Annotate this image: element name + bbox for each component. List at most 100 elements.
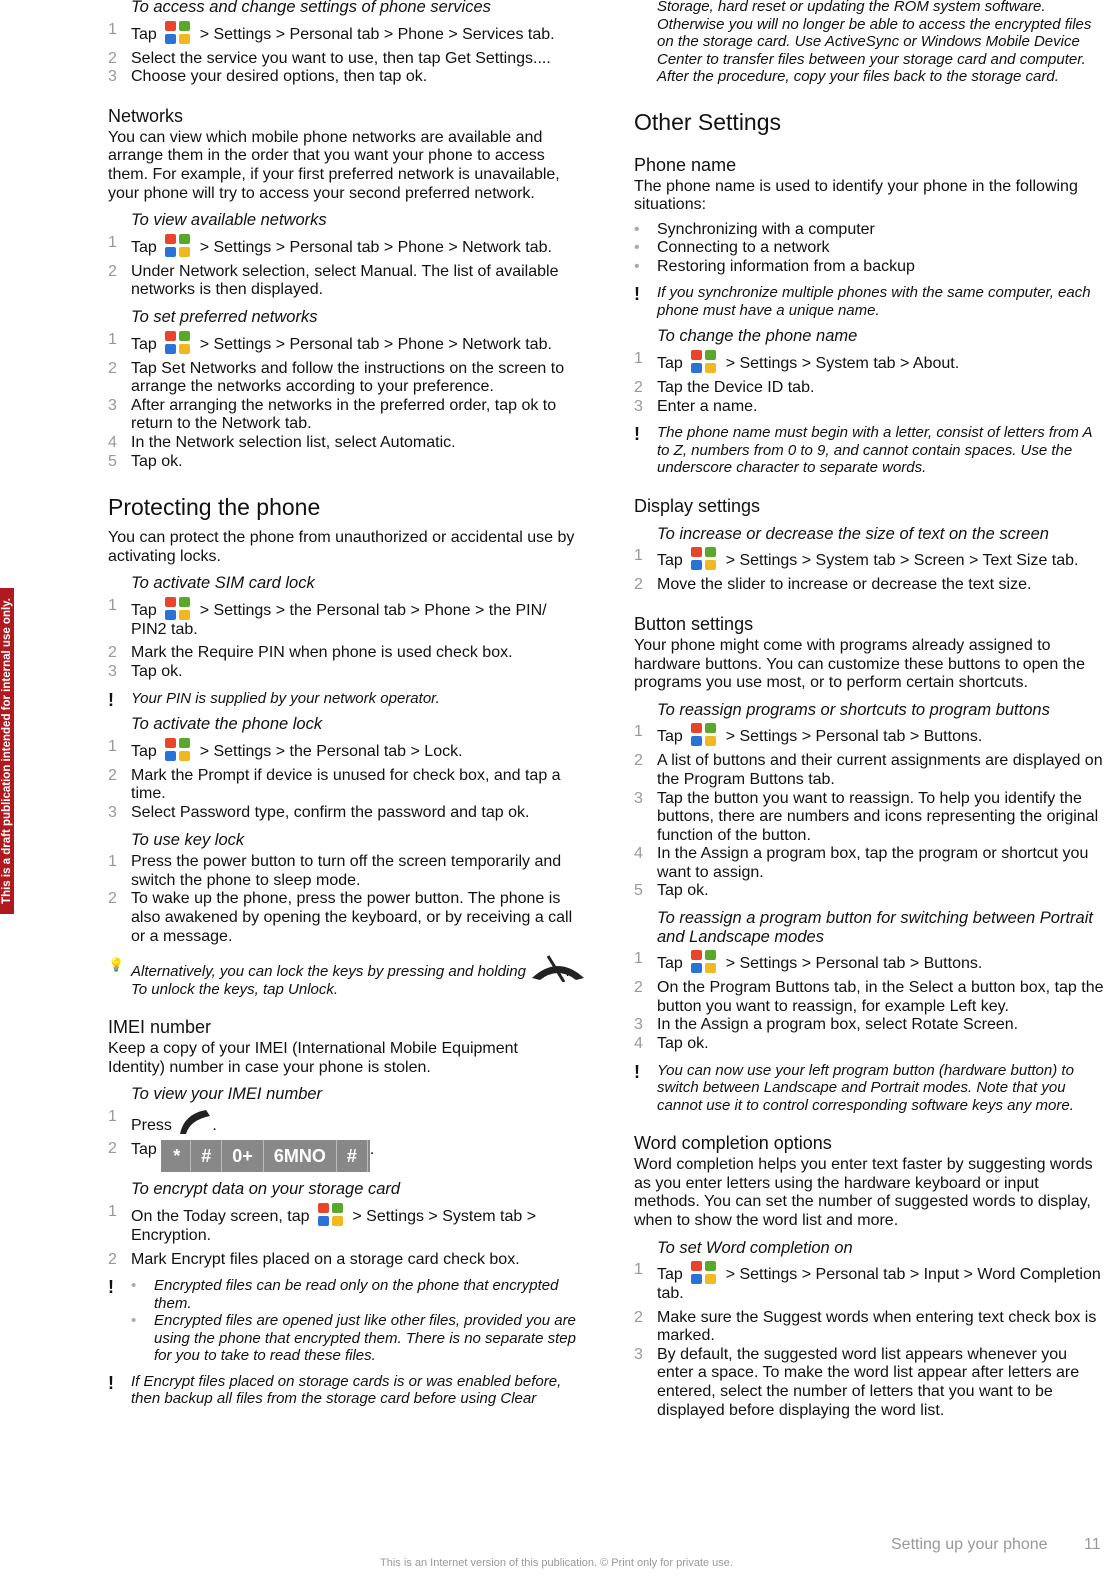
subsection-heading: Phone name bbox=[634, 154, 737, 175]
paragraph: Your phone might come with programs alre… bbox=[634, 636, 1085, 692]
text-run: Enter a name. bbox=[657, 397, 758, 415]
note: ! The phone name must begin with a letter… bbox=[634, 424, 1104, 477]
exclamation-icon: ! bbox=[634, 1061, 640, 1082]
call-icon bbox=[176, 1108, 212, 1134]
footer-section-title: Setting up your phone bbox=[891, 1536, 1048, 1553]
step-item: 5 Tap ok. bbox=[634, 882, 1104, 901]
bullet-text: Connecting to a network bbox=[657, 239, 830, 257]
step-number: 4 bbox=[634, 845, 643, 863]
task-title: To view your IMEI number bbox=[131, 1085, 323, 1104]
task-title: To set Word completion on bbox=[657, 1238, 853, 1257]
bullet-item: • Synchronizing with a computer bbox=[634, 221, 1104, 240]
step-item: 1 Tap > Settings > Personal tab > Phone >… bbox=[108, 330, 578, 355]
step-number: 3 bbox=[634, 789, 643, 807]
paragraph: The phone name is used to identify your … bbox=[634, 177, 1078, 214]
text-run: Select the service you want to use, then… bbox=[131, 49, 551, 67]
text-run: Make sure the Suggest words when enterin… bbox=[657, 1308, 1097, 1345]
text-run: By default, the suggested word list appe… bbox=[657, 1345, 1080, 1419]
note: ! If Encrypt files placed on storage card… bbox=[108, 1373, 578, 1408]
step-number: 3 bbox=[634, 1016, 643, 1034]
keypad-key: # bbox=[191, 1140, 223, 1173]
text-run: Tap bbox=[131, 25, 162, 43]
step-number: 2 bbox=[634, 752, 643, 770]
text-run: Mark the Require PIN when phone is used … bbox=[131, 644, 513, 662]
step-item: 2 Mark the Require PIN when phone is used… bbox=[108, 644, 578, 663]
step-number: 2 bbox=[634, 379, 643, 397]
text-run: Select Password type, confirm the passwo… bbox=[131, 803, 530, 821]
section-heading: Protecting the phone bbox=[108, 494, 321, 521]
text-run: > Settings > the Personal tab > Lock. bbox=[195, 742, 463, 760]
text-run: Press the power button to turn off the s… bbox=[131, 853, 562, 889]
bullet-icon: • bbox=[131, 1312, 137, 1330]
note-bullet-text: Encrypted files can be read only on the … bbox=[154, 1277, 559, 1312]
step-number: 1 bbox=[634, 723, 643, 741]
paragraph: You can view which mobile phone networks… bbox=[108, 128, 560, 202]
windows-start-icon bbox=[691, 950, 717, 974]
note: ! • Encrypted files can be read only on th… bbox=[108, 1277, 578, 1365]
bullet-list: • Synchronizing with a computer • Connectin… bbox=[634, 221, 1104, 277]
step-number: 3 bbox=[108, 803, 117, 821]
text-run: After arranging the networks in the pref… bbox=[131, 396, 557, 433]
step-item: 3 By default, the suggested word list app… bbox=[634, 1346, 1104, 1420]
text-run: Press bbox=[131, 1116, 177, 1134]
step-number: 3 bbox=[108, 663, 117, 681]
step-number: 1 bbox=[108, 853, 117, 871]
step-number: 2 bbox=[108, 644, 117, 662]
subsection-heading: Display settings bbox=[634, 495, 761, 516]
step-number: 3 bbox=[634, 397, 643, 415]
lightbulb-icon: 💡 bbox=[108, 957, 125, 973]
text-run: Tap the button you want to reassign. To … bbox=[657, 789, 1099, 844]
step-item: 2 Tap Set Networks and follow the instruc… bbox=[108, 360, 578, 397]
bullet-icon: • bbox=[634, 257, 640, 275]
note-text: Your PIN is supplied by your network ope… bbox=[131, 689, 440, 707]
section-heading: Other Settings bbox=[634, 108, 782, 135]
windows-start-icon bbox=[317, 1203, 344, 1227]
step-item: 4 In the Assign a program box, tap the pr… bbox=[634, 845, 1104, 882]
step-number: 2 bbox=[108, 49, 117, 67]
step-number: 2 bbox=[108, 359, 117, 377]
task-title: To view available networks bbox=[131, 211, 327, 230]
exclamation-icon: ! bbox=[634, 284, 640, 305]
step-item: 1 Tap > Settings > Personal tab > Buttons… bbox=[634, 950, 1104, 974]
subsection-heading: IMEI number bbox=[108, 1017, 212, 1038]
task-title: To set preferred networks bbox=[131, 307, 318, 326]
exclamation-icon: ! bbox=[108, 689, 114, 710]
windows-start-icon bbox=[691, 547, 717, 571]
note-text: The phone name must begin with a letter,… bbox=[657, 424, 1092, 477]
text-run: Tap the Device ID tab. bbox=[657, 379, 815, 397]
tip: 💡 Alternatively, you can lock the keys by… bbox=[108, 954, 585, 998]
windows-start-icon bbox=[691, 723, 717, 747]
text-run: Tap bbox=[131, 742, 162, 760]
step-number: 1 bbox=[634, 950, 643, 968]
note-text: If Encrypt files placed on storage cards… bbox=[131, 1372, 562, 1408]
windows-start-icon bbox=[165, 330, 191, 355]
step-number: 1 bbox=[108, 1203, 117, 1221]
text-run: > Settings > the Personal tab > Phone > … bbox=[131, 601, 547, 638]
step-number: 4 bbox=[634, 1035, 643, 1053]
text-run: . bbox=[369, 1141, 375, 1159]
step-number: 1 bbox=[108, 1107, 117, 1125]
windows-start-icon bbox=[165, 596, 191, 621]
step-item: 1 Tap > Settings > Personal tab > Phone >… bbox=[108, 233, 578, 258]
step-number: 2 bbox=[108, 1250, 117, 1268]
task-title: To activate the phone lock bbox=[131, 715, 323, 734]
text-run: > Settings > Personal tab > Buttons. bbox=[721, 955, 983, 973]
step-number: 2 bbox=[108, 1140, 117, 1158]
text-run: On the Today screen, tap bbox=[131, 1208, 314, 1226]
windows-start-icon bbox=[165, 737, 191, 762]
keypad-key: # bbox=[337, 1140, 368, 1173]
page-number: 11 bbox=[1084, 1536, 1101, 1553]
footer-note: This is an Internet version of this publ… bbox=[380, 1557, 733, 1569]
task-title: To reassign programs or shortcuts to pro… bbox=[657, 700, 1050, 719]
task-title: To increase or decrease the size of text… bbox=[657, 524, 1049, 543]
note: ! You can now use your left program butto… bbox=[634, 1062, 1104, 1115]
windows-start-icon bbox=[165, 233, 191, 258]
keypad-key: 0+ bbox=[222, 1140, 264, 1173]
bullet-text: Restoring information from a backup bbox=[657, 257, 915, 275]
step-number: 1 bbox=[108, 596, 117, 614]
step-number: 2 bbox=[108, 890, 117, 908]
step-item: 1 Press the power button to turn off the … bbox=[108, 853, 578, 890]
step-number: 1 bbox=[634, 350, 643, 368]
step-item: 3 In the Assign a program box, select Rot… bbox=[634, 1016, 1104, 1035]
step-item: 3 Enter a name. bbox=[634, 398, 1104, 417]
